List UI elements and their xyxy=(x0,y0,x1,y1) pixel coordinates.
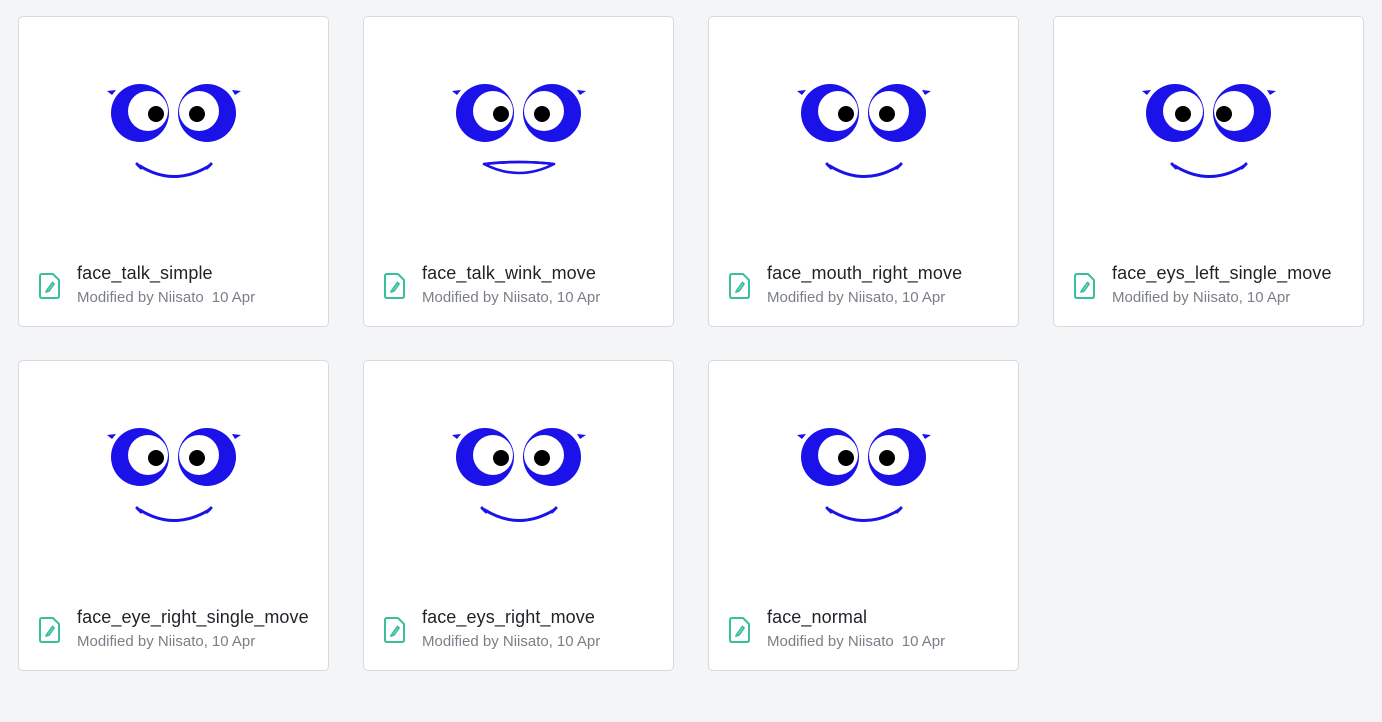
right-eye xyxy=(178,84,241,142)
file-thumbnail xyxy=(19,17,328,249)
mouth xyxy=(135,162,213,178)
file-thumbnail xyxy=(709,361,1018,593)
right-eye xyxy=(1213,84,1276,142)
modified-by: Modified by Niisato xyxy=(77,289,204,306)
file-name: face_talk_simple xyxy=(77,263,213,283)
left-eye xyxy=(1142,84,1204,142)
modified-date: 10 Apr xyxy=(556,633,601,650)
mouth xyxy=(825,162,903,178)
file-thumbnail xyxy=(19,361,328,593)
right-eye xyxy=(523,84,586,142)
file-thumbnail xyxy=(364,361,673,593)
document-edit-icon xyxy=(383,272,407,300)
modified-date: 10 Apr xyxy=(1246,289,1291,306)
file-name: face_eye_right_single_move xyxy=(77,607,309,627)
file-modified: Modified by Niisato, 10 Apr xyxy=(1112,288,1352,308)
left-eye xyxy=(452,428,514,486)
file-modified: Modified by Niisato 10 Apr xyxy=(767,632,1007,652)
document-edit-icon xyxy=(728,616,752,644)
file-modified: Modified by Niisato, 10 Apr xyxy=(77,632,317,652)
modified-date: 10 Apr xyxy=(211,289,256,306)
file-modified: Modified by Niisato, 10 Apr xyxy=(422,288,662,308)
mouth xyxy=(825,506,903,522)
file-name: face_normal xyxy=(767,607,868,627)
left-eye xyxy=(452,84,514,142)
file-modified: Modified by Niisato, 10 Apr xyxy=(767,288,1007,308)
file-card[interactable]: face_normal Modified by Niisato 10 Apr xyxy=(708,360,1019,671)
file-card[interactable]: face_eys_right_move Modified by Niisato,… xyxy=(363,360,674,671)
mouth xyxy=(135,506,213,522)
file-thumbnail xyxy=(364,17,673,249)
mouth xyxy=(1170,162,1248,178)
file-grid: face_talk_simple Modified by Niisato 10 … xyxy=(18,16,1364,671)
file-card[interactable]: face_eye_right_single_move Modified by N… xyxy=(18,360,329,671)
document-edit-icon xyxy=(1073,272,1097,300)
document-edit-icon xyxy=(38,272,62,300)
left-eye xyxy=(797,428,859,486)
file-card[interactable]: face_talk_simple Modified by Niisato 10 … xyxy=(18,16,329,327)
mouth xyxy=(482,160,556,175)
file-card[interactable]: face_mouth_right_move Modified by Niisat… xyxy=(708,16,1019,327)
modified-date: 10 Apr xyxy=(901,633,946,650)
mouth xyxy=(480,506,558,522)
document-edit-icon xyxy=(383,616,407,644)
file-thumbnail xyxy=(1054,17,1363,249)
file-modified: Modified by Niisato 10 Apr xyxy=(77,288,317,308)
modified-by: Modified by Niisato, xyxy=(422,633,553,650)
modified-by: Modified by Niisato, xyxy=(767,289,898,306)
modified-by: Modified by Niisato, xyxy=(77,633,208,650)
left-eye xyxy=(107,428,169,486)
modified-date: 10 Apr xyxy=(556,289,601,306)
right-eye xyxy=(523,428,586,486)
file-modified: Modified by Niisato, 10 Apr xyxy=(422,632,662,652)
file-name: face_mouth_right_move xyxy=(767,263,963,283)
file-card[interactable]: face_talk_wink_move Modified by Niisato,… xyxy=(363,16,674,327)
left-eye xyxy=(797,84,859,142)
left-eye xyxy=(107,84,169,142)
modified-date: 10 Apr xyxy=(901,289,946,306)
right-eye xyxy=(868,84,931,142)
document-edit-icon xyxy=(728,272,752,300)
modified-by: Modified by Niisato, xyxy=(1112,289,1243,306)
file-name: face_eys_left_single_move xyxy=(1112,263,1332,283)
modified-by: Modified by Niisato xyxy=(767,633,894,650)
right-eye xyxy=(868,428,931,486)
modified-by: Modified by Niisato, xyxy=(422,289,553,306)
file-thumbnail xyxy=(709,17,1018,249)
document-edit-icon xyxy=(38,616,62,644)
right-eye xyxy=(178,428,241,486)
modified-date: 10 Apr xyxy=(211,633,256,650)
file-card[interactable]: face_eys_left_single_move Modified by Ni… xyxy=(1053,16,1364,327)
file-name: face_eys_right_move xyxy=(422,607,595,627)
file-name: face_talk_wink_move xyxy=(422,263,596,283)
